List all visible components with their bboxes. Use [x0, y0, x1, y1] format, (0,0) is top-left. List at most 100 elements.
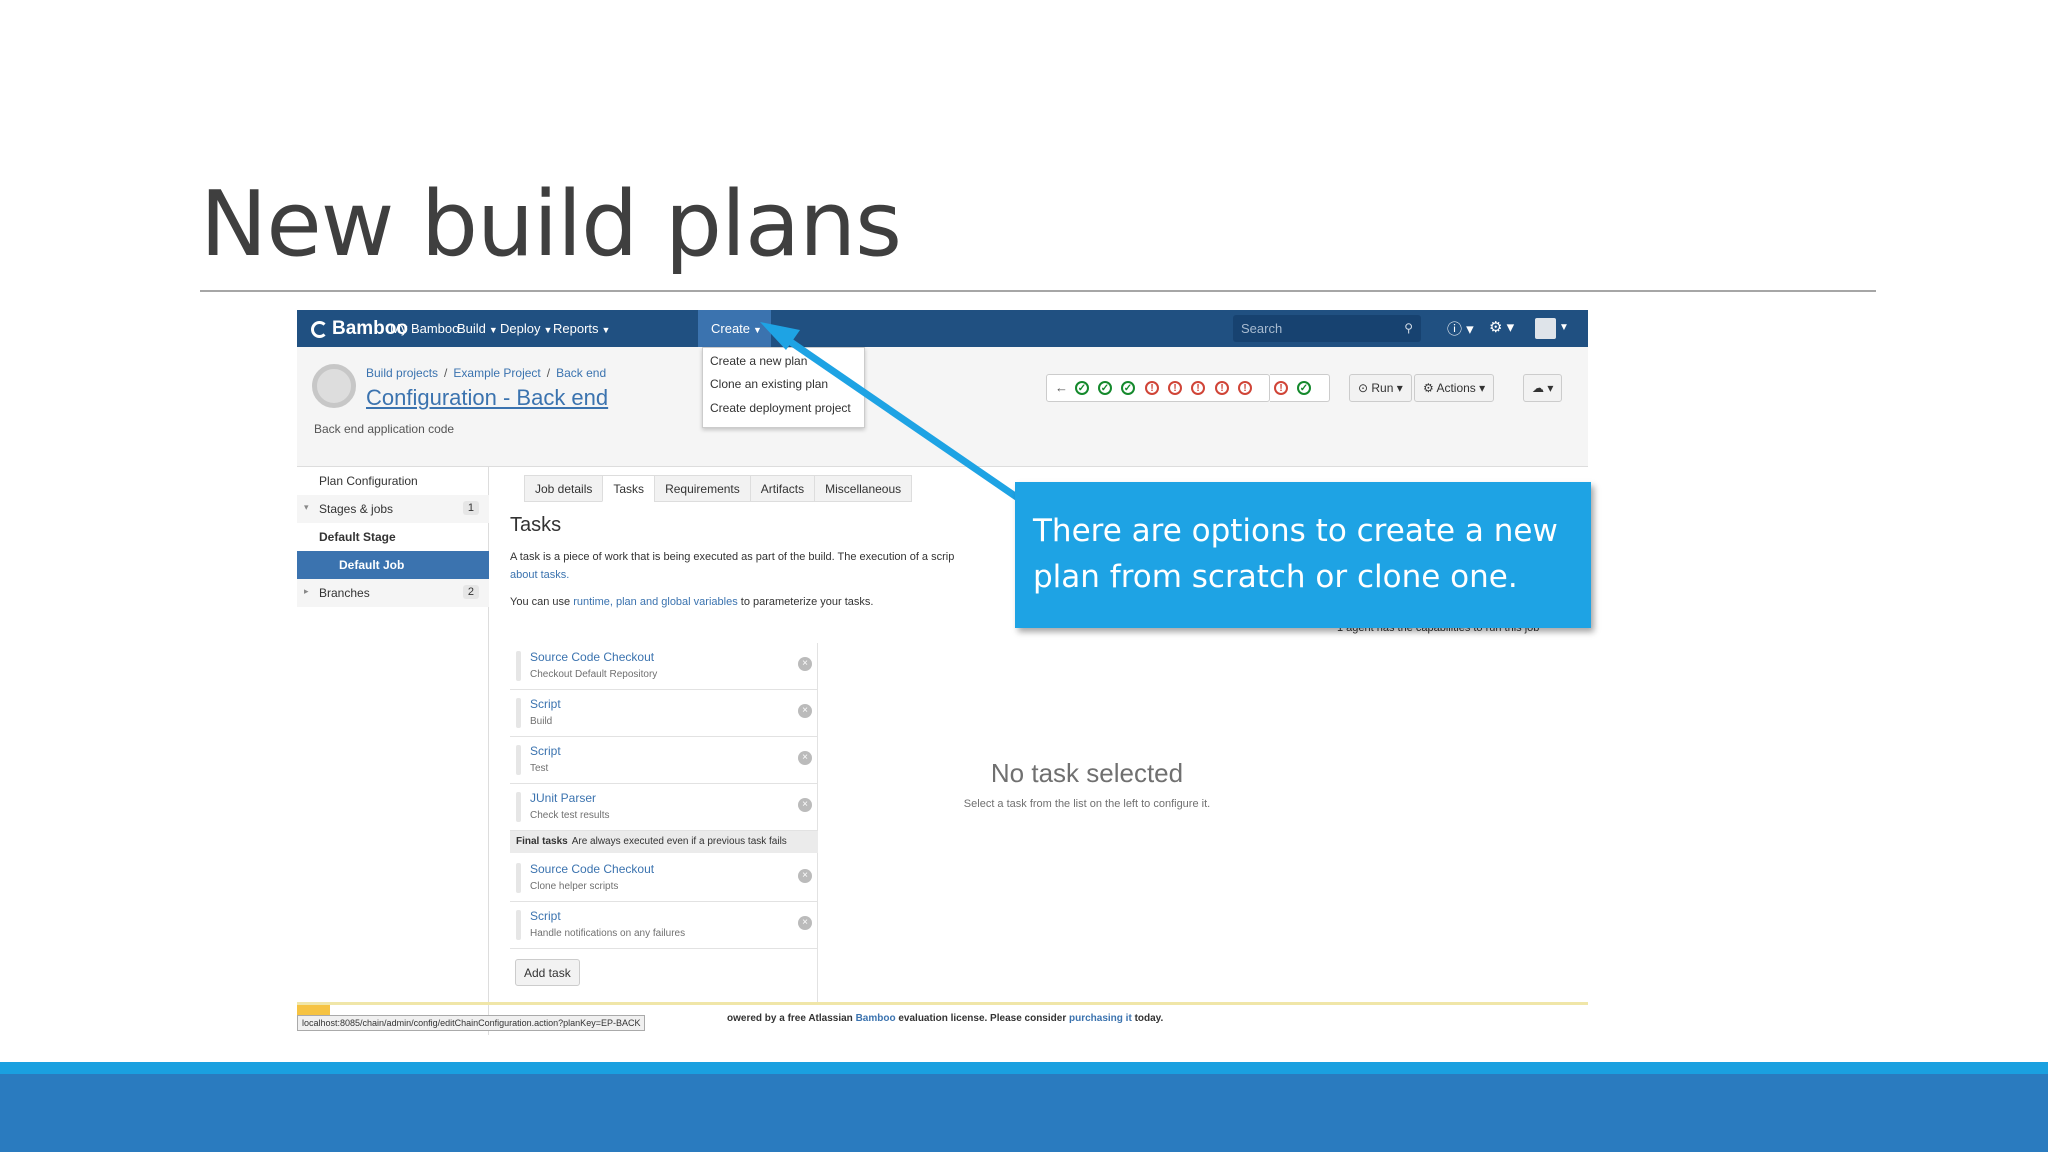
task-description: Test: [530, 763, 549, 774]
arrow-left-icon[interactable]: ←: [1055, 380, 1068, 395]
drag-handle[interactable]: [516, 745, 521, 775]
add-task-button[interactable]: Add task: [515, 959, 580, 986]
sidebar-item-label: Branches: [319, 586, 370, 600]
tasks-heading: Tasks: [510, 514, 562, 536]
sidebar-item-default-job[interactable]: Default Job: [297, 551, 489, 579]
delete-icon[interactable]: ×: [798, 869, 812, 883]
sidebar-item-branches[interactable]: ▸ Branches 2: [297, 579, 489, 607]
empty-state-subtitle: Select a task from the list on the left …: [963, 798, 1211, 810]
footer-divider: [297, 1002, 1588, 1005]
tab-miscellaneous[interactable]: Miscellaneous: [814, 475, 913, 502]
menu-item-create-plan[interactable]: Create a new plan: [710, 354, 807, 368]
delete-icon[interactable]: ×: [798, 657, 812, 671]
sidebar-item-label: Default Job: [339, 558, 405, 572]
breadcrumb-build-projects[interactable]: Build projects: [366, 366, 438, 380]
sidebar: Plan Configuration ▾ Stages & jobs 1 Defau…: [297, 467, 489, 1035]
sidebar-item-stages-jobs[interactable]: ▾ Stages & jobs 1: [297, 495, 489, 523]
page-title[interactable]: Configuration - Back end: [366, 385, 608, 411]
final-tasks-label: Final tasks: [516, 836, 568, 847]
delete-icon[interactable]: ×: [798, 798, 812, 812]
tab-tasks[interactable]: Tasks: [602, 475, 656, 502]
build-passed-icon[interactable]: ✓: [1297, 381, 1311, 395]
build-failed-icon[interactable]: !: [1168, 381, 1182, 395]
list-item[interactable]: Source Code Checkout Clone helper scripts…: [510, 855, 818, 902]
build-failed-icon[interactable]: !: [1238, 381, 1252, 395]
nav-create[interactable]: Create ▼: [711, 321, 762, 336]
nav-reports-label: Reports: [553, 321, 599, 336]
drag-handle[interactable]: [516, 910, 521, 940]
drag-handle[interactable]: [516, 792, 521, 822]
help-icon[interactable]: ⓘ ▾: [1447, 318, 1474, 339]
final-tasks-divider: Final tasks Are always executed even if a…: [510, 831, 818, 853]
list-item[interactable]: JUnit Parser Check test results ×: [510, 784, 818, 831]
variables-note-prefix: You can use: [510, 596, 574, 608]
plan-header: Build projects / Example Project / Back end …: [297, 347, 1588, 467]
list-item[interactable]: Script Test ×: [510, 737, 818, 784]
actions-button[interactable]: ⚙ Actions ▾: [1414, 374, 1495, 402]
build-status-strip-end: ! ✓: [1270, 374, 1330, 402]
list-item[interactable]: Script Build ×: [510, 690, 818, 737]
chevron-down-icon[interactable]: ▾: [304, 502, 309, 513]
build-passed-icon[interactable]: ✓: [1098, 381, 1112, 395]
sidebar-item-label: Default Stage: [319, 530, 396, 544]
build-passed-icon[interactable]: ✓: [1075, 381, 1089, 395]
search-input[interactable]: Search ⚲: [1233, 315, 1421, 342]
tab-requirements[interactable]: Requirements: [654, 475, 751, 502]
variables-note: You can use runtime, plan and global var…: [510, 596, 873, 608]
sidebar-item-label: Plan Configuration: [319, 474, 418, 488]
menu-item-clone-plan[interactable]: Clone an existing plan: [710, 377, 828, 391]
breadcrumb-separator: /: [546, 366, 551, 380]
tasks-description: A task is a piece of work that is being …: [510, 551, 955, 563]
gear-icon[interactable]: ⚙ ▾: [1489, 318, 1514, 336]
about-tasks-link[interactable]: about tasks.: [510, 569, 569, 581]
task-name: Script: [530, 744, 561, 758]
chevron-down-icon[interactable]: ▼: [1559, 322, 1569, 333]
drag-handle[interactable]: [516, 698, 521, 728]
chevron-down-icon: ▾: [1393, 381, 1403, 395]
variables-note-suffix: to parameterize your tasks.: [737, 596, 874, 608]
nav-my-bamboo[interactable]: My Bamboo: [390, 321, 459, 336]
menu-item-create-deployment[interactable]: Create deployment project: [710, 401, 851, 415]
breadcrumb-back-end[interactable]: Back end: [556, 366, 606, 380]
list-item[interactable]: Script Handle notifications on any failur…: [510, 902, 818, 949]
plan-description: Back end application code: [314, 422, 455, 436]
delete-icon[interactable]: ×: [798, 751, 812, 765]
breadcrumb-example-project[interactable]: Example Project: [453, 366, 540, 380]
run-button[interactable]: ⊙ Run ▾: [1349, 374, 1412, 402]
bamboo-screenshot: Bamboo My Bamboo Build ▼ Deploy ▼ Reports ▼…: [297, 310, 1588, 1035]
callout-box: There are options to create a new plan f…: [1015, 482, 1591, 628]
build-failed-icon[interactable]: !: [1274, 381, 1288, 395]
build-failed-icon[interactable]: !: [1145, 381, 1159, 395]
list-item[interactable]: Source Code Checkout Checkout Default Rep…: [510, 643, 818, 690]
job-tabs: Job details Tasks Requirements Artifacts…: [524, 475, 913, 502]
sidebar-item-plan-configuration[interactable]: Plan Configuration: [297, 467, 489, 495]
nav-build[interactable]: Build ▼: [457, 321, 498, 336]
bamboo-link[interactable]: Bamboo: [856, 1013, 896, 1024]
tab-artifacts[interactable]: Artifacts: [749, 475, 816, 502]
avatar[interactable]: [1535, 318, 1556, 339]
drag-handle[interactable]: [516, 651, 521, 681]
delete-icon[interactable]: ×: [798, 704, 812, 718]
search-icon: ⚲: [1404, 321, 1413, 335]
variables-link[interactable]: runtime, plan and global variables: [573, 596, 738, 608]
actions-label: Actions: [1436, 381, 1476, 395]
plan-gear-icon: [312, 364, 356, 408]
nav-reports[interactable]: Reports ▼: [553, 321, 610, 336]
build-failed-icon[interactable]: !: [1191, 381, 1205, 395]
task-name: Script: [530, 697, 561, 711]
build-failed-icon[interactable]: !: [1215, 381, 1229, 395]
breadcrumb-separator: /: [444, 366, 448, 380]
chevron-right-icon[interactable]: ▸: [304, 586, 309, 597]
nav-deploy[interactable]: Deploy ▼: [500, 321, 552, 336]
warning-tab[interactable]: [297, 1005, 330, 1015]
sidebar-item-default-stage[interactable]: Default Stage: [297, 523, 489, 551]
task-description: Checkout Default Repository: [530, 669, 658, 680]
build-passed-icon[interactable]: ✓: [1121, 381, 1135, 395]
purchase-link[interactable]: purchasing it: [1069, 1013, 1132, 1024]
share-button[interactable]: ☁ ▾: [1523, 374, 1563, 402]
tab-job-details[interactable]: Job details: [524, 475, 604, 502]
drag-handle[interactable]: [516, 863, 521, 893]
task-name: Source Code Checkout: [530, 650, 655, 664]
delete-icon[interactable]: ×: [798, 916, 812, 930]
chevron-down-icon: ▼: [543, 325, 553, 335]
